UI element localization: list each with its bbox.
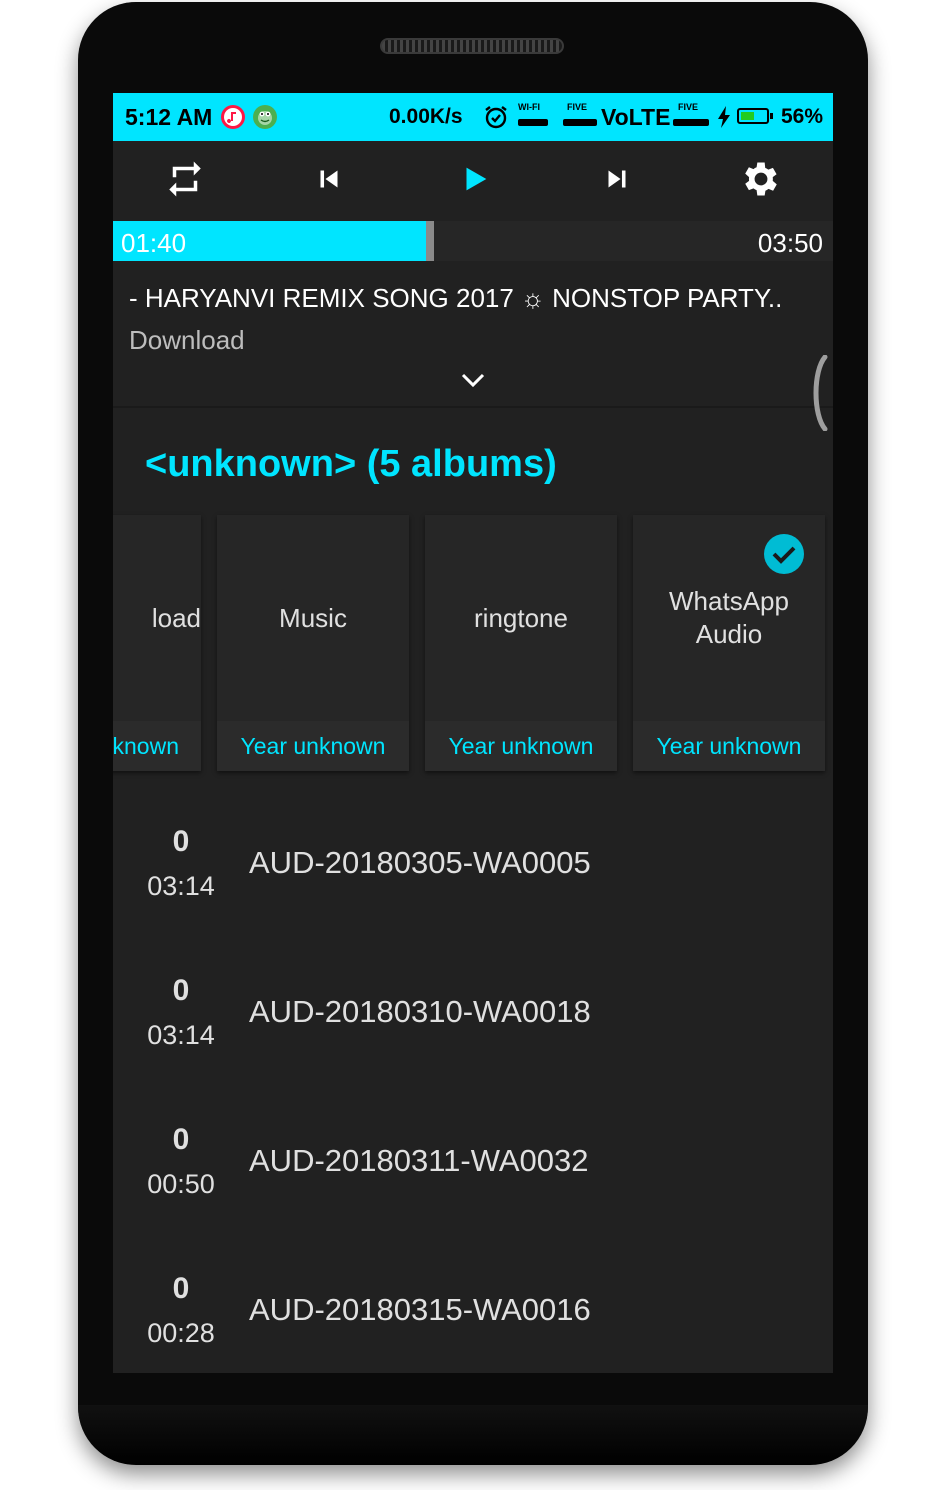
wifi-signal-icon — [518, 119, 548, 126]
network-speed: 0.00K/s — [389, 105, 463, 128]
settings-icon — [745, 162, 777, 196]
previous-button[interactable] — [303, 153, 355, 205]
next-button[interactable] — [591, 153, 643, 205]
total-time: 03:50 — [757, 228, 823, 258]
album-name: Music — [279, 602, 347, 633]
album-year: known — [113, 721, 201, 771]
skip-next-icon — [608, 170, 626, 188]
now-playing-title: - HARYANVI REMIX SONG 2017 ☼ NONSTOP PAR… — [129, 283, 783, 313]
section-divider — [113, 406, 833, 408]
track-row[interactable]: 0 00:28 AUD-20180315-WA0016 — [113, 1252, 833, 1373]
track-duration: 03:14 — [147, 871, 215, 901]
track-title: AUD-20180305-WA0005 — [249, 845, 591, 880]
track-number: 0 — [172, 974, 190, 1007]
battery-icon — [737, 108, 769, 124]
seek-bar[interactable] — [113, 221, 833, 261]
elapsed-time: 01:40 — [121, 228, 187, 258]
track-title: AUD-20180311-WA0032 — [249, 1143, 589, 1178]
track-row[interactable]: 0 03:14 AUD-20180310-WA0018 — [113, 954, 833, 1103]
album-card[interactable]: ringtone Year unknown — [425, 515, 617, 771]
play-button[interactable] — [449, 153, 501, 205]
earpiece-speaker — [380, 38, 564, 54]
alarm-icon — [483, 104, 509, 135]
album-year: Year unknown — [633, 721, 825, 771]
track-number: 0 — [172, 1272, 190, 1305]
frog-app-notification-icon — [253, 105, 277, 129]
play-icon — [466, 167, 487, 191]
artist-header: <unknown> (5 albums) — [145, 443, 557, 485]
sim2-label: FIVE — [678, 102, 699, 112]
track-duration: 00:28 — [147, 1318, 215, 1348]
album-year: Year unknown — [425, 721, 617, 771]
phone-chin — [78, 1405, 868, 1465]
charging-bolt-icon — [717, 106, 731, 133]
battery-tip — [770, 113, 773, 119]
status-bar: 5:12 AM 0.00K/s WI-FI FIVE VoLTE FIVE 56… — [113, 93, 833, 141]
track-row[interactable]: 0 00:50 AUD-20180311-WA0032 — [113, 1103, 833, 1252]
album-card-selected[interactable]: WhatsApp Audio Year unknown — [633, 515, 825, 771]
battery-level-fill — [741, 112, 754, 120]
expand-button[interactable] — [457, 369, 489, 393]
status-time: 5:12 AM — [125, 104, 213, 130]
chevron-down-icon — [461, 373, 485, 388]
track-duration: 00:50 — [147, 1169, 215, 1199]
sim2-signal-icon — [673, 119, 709, 126]
track-number: 0 — [172, 1123, 190, 1156]
battery-percent: 56% — [781, 105, 824, 128]
album-name: load — [151, 602, 201, 633]
repeat-icon — [169, 161, 201, 197]
volte-indicator: VoLTE — [601, 104, 671, 130]
sim1-signal-icon — [563, 119, 597, 126]
seek-bar-thumb[interactable] — [426, 221, 434, 261]
album-card[interactable]: load known — [113, 515, 201, 771]
side-drawer-handle[interactable] — [807, 354, 829, 432]
screen: 5:12 AM 0.00K/s WI-FI FIVE VoLTE FIVE 56… — [113, 93, 833, 1373]
sim1-label: FIVE — [567, 102, 588, 112]
track-number: 0 — [172, 825, 190, 858]
wifi-label: WI-FI — [518, 102, 540, 112]
track-title: AUD-20180315-WA0016 — [249, 1292, 591, 1327]
repeat-button[interactable] — [159, 153, 211, 205]
now-playing-folder: Download — [129, 325, 245, 355]
track-title: AUD-20180310-WA0018 — [249, 994, 591, 1029]
track-row[interactable]: 0 03:14 AUD-20180305-WA0005 — [113, 805, 833, 954]
selected-check-icon — [764, 534, 804, 574]
settings-button[interactable] — [735, 153, 787, 205]
music-app-notification-icon — [221, 105, 245, 129]
track-duration: 03:14 — [147, 1020, 215, 1050]
skip-previous-icon — [320, 170, 338, 188]
album-card[interactable]: Music Year unknown — [217, 515, 409, 771]
album-name: ringtone — [474, 602, 568, 633]
album-year: Year unknown — [217, 721, 409, 771]
